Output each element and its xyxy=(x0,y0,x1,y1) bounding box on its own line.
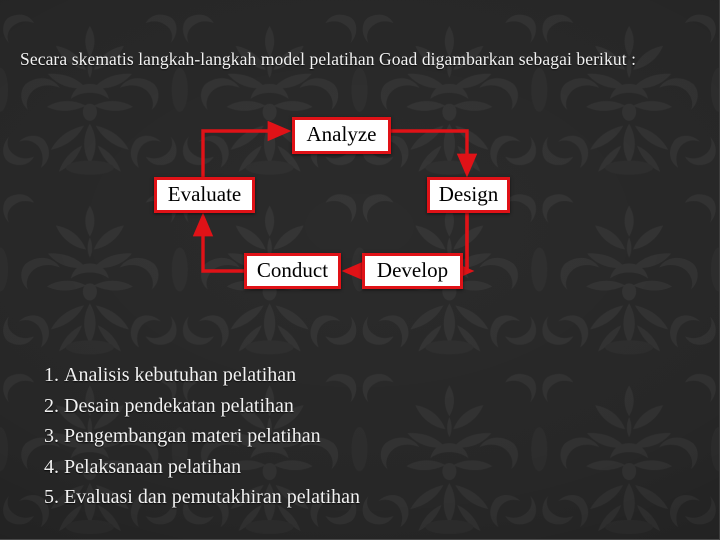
edge-analyze-to-design xyxy=(391,129,478,178)
list-item-number: 1. xyxy=(44,364,59,386)
diagram-node-conduct[interactable]: Conduct xyxy=(244,253,341,289)
list-item: 3. Pengembangan materi pelatihan xyxy=(44,421,360,452)
list-item-number: 3. xyxy=(44,425,59,447)
list-item-text: Analisis kebutuhan pelatihan xyxy=(64,364,297,386)
node-label-evaluate: Evaluate xyxy=(167,181,242,206)
diagram-node-develop[interactable]: Develop xyxy=(362,253,463,289)
diagram-node-design[interactable]: Design xyxy=(427,177,510,213)
node-label-conduct: Conduct xyxy=(256,257,329,282)
list-item-text: Desain pendekatan pelatihan xyxy=(64,394,294,417)
list-item-number: 4. xyxy=(44,455,59,478)
list-item-text: Evaluasi dan pemutakhiran pelatihan xyxy=(64,486,361,508)
list-item: 4. Pelaksanaan pelatihan xyxy=(44,452,360,483)
node-label-design: Design xyxy=(438,181,499,206)
diagram-connectors xyxy=(192,120,478,282)
list-item: 2. Desain pendekatan pelatihan xyxy=(44,391,360,422)
node-label-analyze: Analyze xyxy=(306,122,377,146)
edge-evaluate-to-analyze xyxy=(201,120,292,177)
node-label-develop: Develop xyxy=(376,257,449,282)
goad-model-diagram: Analyze Evaluate Design Conduct Develop xyxy=(0,0,719,320)
list-item: 5. Evaluasi dan pemutakhiran pelatihan xyxy=(44,482,360,513)
list-item-text: Pengembangan materi pelatihan xyxy=(64,425,321,447)
list-item-text: Pelaksanaan pelatihan xyxy=(64,455,242,478)
diagram-node-evaluate[interactable]: Evaluate xyxy=(154,177,255,213)
list-item: 1. Analisis kebutuhan pelatihan xyxy=(44,360,360,391)
list-item-number: 5. xyxy=(44,486,59,508)
edge-conduct-to-evaluate xyxy=(192,212,244,273)
list-item-number: 2. xyxy=(44,394,59,417)
diagram-node-analyze[interactable]: Analyze xyxy=(292,117,391,154)
training-steps-list: 1. Analisis kebutuhan pelatihan 2. Desain … xyxy=(44,360,360,513)
slide-canvas: Secara skematis langkah-langkah model pe… xyxy=(0,0,720,540)
